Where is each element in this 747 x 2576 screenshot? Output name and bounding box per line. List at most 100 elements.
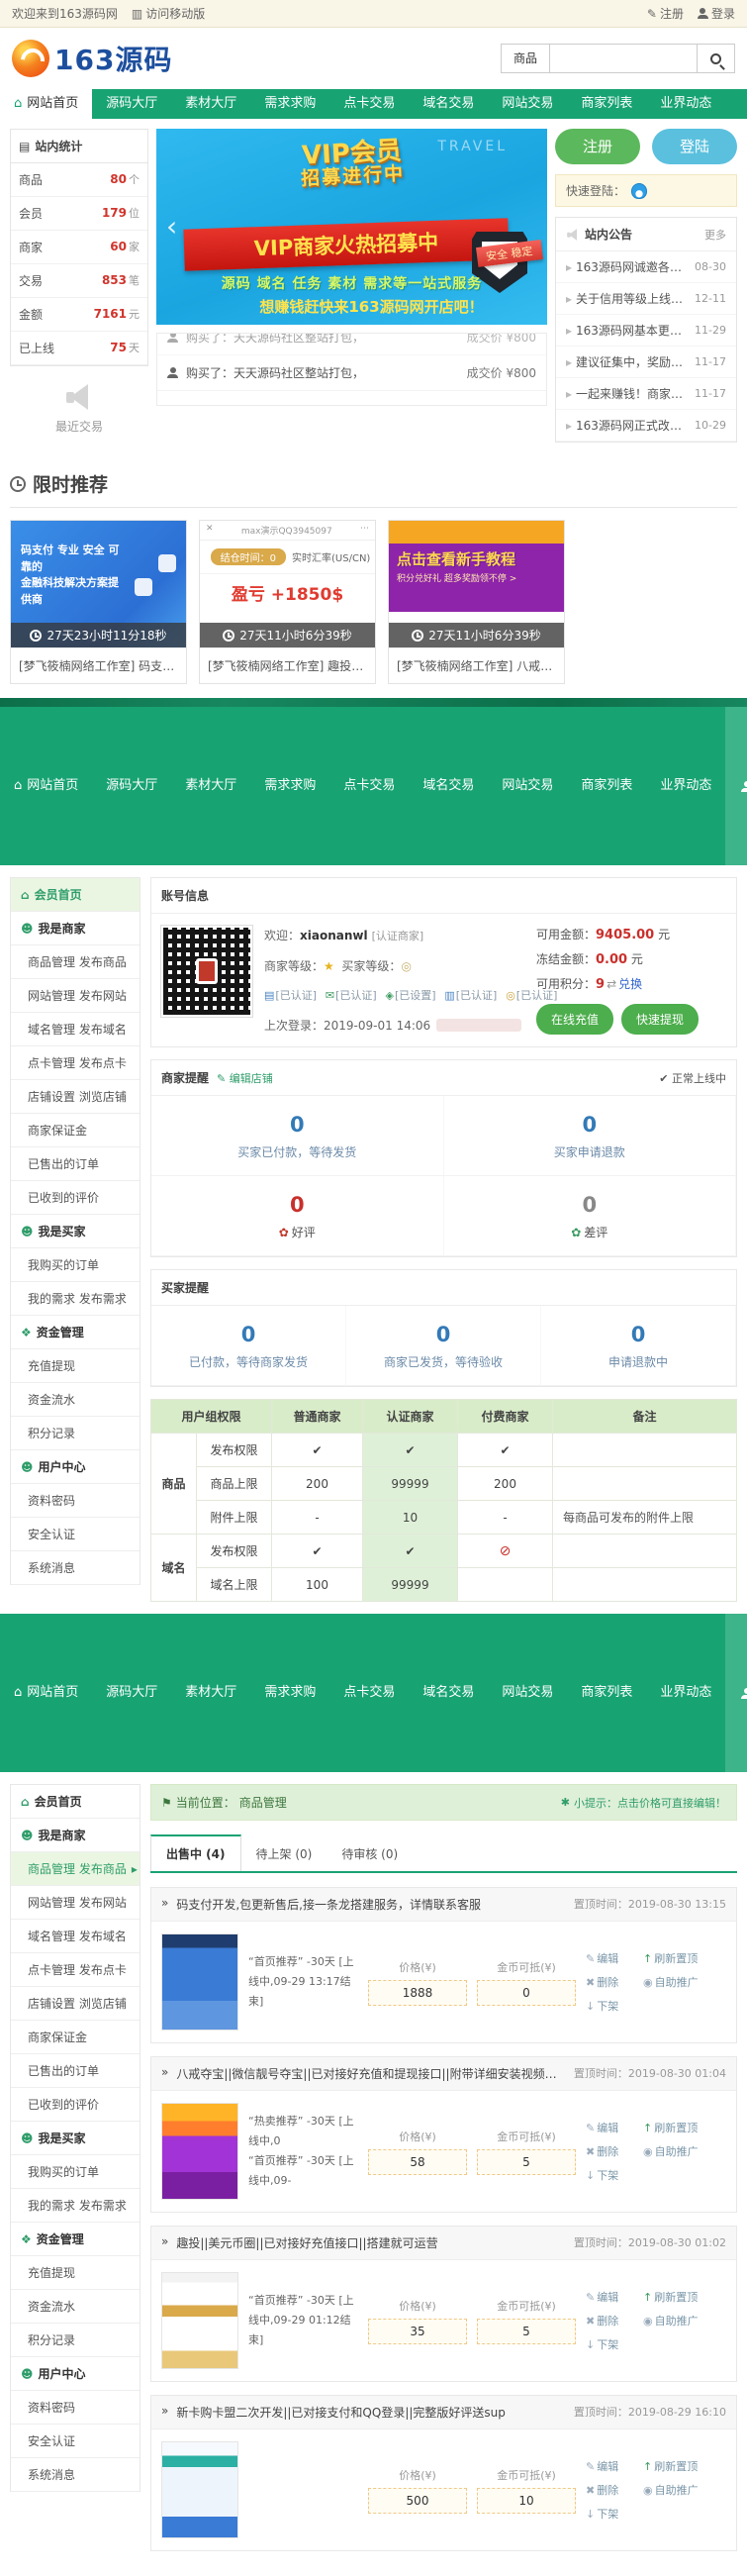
register-button[interactable]: 注册 <box>555 129 640 164</box>
sidebar-group-user-center[interactable]: ☻用户中心 <box>11 2357 140 2391</box>
nav-domain-trade[interactable]: 域名交易 <box>409 707 488 865</box>
search-input[interactable] <box>549 44 698 73</box>
product-title[interactable]: 新卡购卡盟二次开发||已对接支付和QQ登录||完整版好评送sup <box>176 2404 506 2421</box>
delete-action[interactable]: ✖删除 <box>586 2143 637 2159</box>
sidebar-group-seller[interactable]: ☻我是商家 <box>11 912 140 945</box>
mobile-version-link[interactable]: ▥访问移动版 <box>132 5 205 22</box>
edit-action[interactable]: ✎编辑 <box>586 2458 637 2474</box>
search-category-select[interactable]: 商品 <box>501 44 549 73</box>
sidebar-item-deposit[interactable]: 商家保证金 <box>11 2021 140 2054</box>
promo-status[interactable]: “首页推荐” -30天 [上线中,09-29 01:12结束] <box>248 2291 358 2349</box>
nav-domain-trade[interactable]: 域名交易 <box>409 1614 488 1772</box>
login-button[interactable]: 登陆 <box>652 129 737 164</box>
price-value[interactable]: 1888 <box>368 1980 467 2006</box>
price-value[interactable]: 35 <box>368 2319 467 2344</box>
flash-card-title[interactable]: [梦飞筱楠网络工作室] 八戒夺宝||微信靓号夺 <box>389 647 564 683</box>
nav-site-trade[interactable]: 网站交易 <box>488 707 567 865</box>
product-title[interactable]: 趣投||美元币圈||已对接好充值接口||搭建就可运营 <box>176 2234 437 2251</box>
product-thumbnail[interactable] <box>161 2441 238 2538</box>
banner-prev-arrow[interactable]: ‹ <box>166 210 177 243</box>
sidebar-item-site-manage[interactable]: 网站管理 发布网站 <box>11 1886 140 1920</box>
sidebar-item-site-manage[interactable]: 网站管理 发布网站 <box>11 979 140 1013</box>
nav-home[interactable]: ⌂网站首页 <box>0 1614 92 1772</box>
sidebar-item-domain-manage[interactable]: 域名管理 发布域名 <box>11 1920 140 1953</box>
trade-row[interactable]: 购买了：天天源码社区整站打包，成交价 ¥800 <box>157 333 546 355</box>
sidebar-item-my-orders[interactable]: 我购买的订单 <box>11 2155 140 2189</box>
nav-site-trade[interactable]: 网站交易 <box>488 1614 567 1772</box>
delete-action[interactable]: ✖删除 <box>586 2313 637 2328</box>
refresh-top-action[interactable]: ↑刷新置顶 <box>643 2120 726 2135</box>
sidebar-item-profile-password[interactable]: 资料密码 <box>11 1484 140 1518</box>
sidebar-item-received-reviews[interactable]: 已收到的评价 <box>11 2088 140 2122</box>
coin-value[interactable]: 10 <box>477 2488 576 2514</box>
offline-action[interactable]: ↓下架 <box>586 1998 637 2014</box>
delete-action[interactable]: ✖删除 <box>586 2482 637 2498</box>
refresh-top-action[interactable]: ↑刷新置顶 <box>643 2289 726 2305</box>
announcement-item[interactable]: ▸163源码网正式改版上线！关...10-29 <box>556 410 736 442</box>
flash-card[interactable]: ✕max演示QQ3945097⋯ 结仓时间：0实时汇率(US/CN) 盈亏 +1… <box>199 520 376 684</box>
tab-pending-review[interactable]: 待审核 (0) <box>327 1836 413 1871</box>
nav-merchant-list[interactable]: 商家列表 <box>567 89 646 119</box>
edit-action[interactable]: ✎编辑 <box>586 2289 637 2305</box>
nav-member-center[interactable]: 会员管理 <box>725 707 747 865</box>
more-link[interactable]: 更多 <box>704 227 726 243</box>
site-logo[interactable]: 163源码 <box>12 39 172 78</box>
edit-shop-link[interactable]: ✎ 编辑店铺 <box>217 1070 273 1086</box>
sidebar-group-funds[interactable]: ❖资金管理 <box>11 2223 140 2256</box>
sidebar-item-my-orders[interactable]: 我购买的订单 <box>11 1248 140 1282</box>
sidebar-item-security-auth[interactable]: 安全认证 <box>11 2425 140 2458</box>
flash-card-title[interactable]: [梦飞筱楠网络工作室] 码支付开发,包更新售 <box>11 647 186 683</box>
announcement-item[interactable]: ▸建议征集中，奖励随机发放。11-17 <box>556 347 736 378</box>
announcement-item[interactable]: ▸一起来赚钱！商家报备计划11-17 <box>556 378 736 410</box>
sidebar-item-profile-password[interactable]: 资料密码 <box>11 2391 140 2425</box>
nav-material-hall[interactable]: 素材大厅 <box>171 707 250 865</box>
nav-demand[interactable]: 需求求购 <box>250 1614 329 1772</box>
tab-pending-shelf[interactable]: 待上架 (0) <box>241 1836 327 1871</box>
nav-demand[interactable]: 需求求购 <box>250 89 329 119</box>
nav-material-hall[interactable]: 素材大厅 <box>171 1614 250 1772</box>
sidebar-item-domain-manage[interactable]: 域名管理 发布域名 <box>11 1013 140 1046</box>
nav-member-center[interactable]: 会员管理 <box>725 1614 747 1772</box>
sidebar-item-received-reviews[interactable]: 已收到的评价 <box>11 1181 140 1215</box>
nav-card-trade[interactable]: 点卡交易 <box>329 1614 409 1772</box>
refresh-top-action[interactable]: ↑刷新置顶 <box>643 1950 726 1966</box>
delete-action[interactable]: ✖删除 <box>586 1974 637 1990</box>
flash-card[interactable]: 码支付 专业 安全 可靠的金融科技解决方案提供商 27天23小时11分18秒 [… <box>10 520 187 684</box>
sidebar-item-deposit[interactable]: 商家保证金 <box>11 1114 140 1147</box>
sidebar-item-my-demands[interactable]: 我的需求 发布需求 <box>11 1282 140 1316</box>
coin-value[interactable]: 0 <box>477 1980 576 2006</box>
nav-material-hall[interactable]: 素材大厅 <box>171 89 250 119</box>
price-value[interactable]: 58 <box>368 2149 467 2175</box>
nav-source-hall[interactable]: 源码大厅 <box>92 707 171 865</box>
nav-merchant-list[interactable]: 商家列表 <box>567 1614 646 1772</box>
nav-industry-news[interactable]: 业界动态 <box>646 1614 725 1772</box>
self-promote-action[interactable]: ◉自助推广 <box>643 2482 726 2498</box>
sidebar-item-product-manage[interactable]: 商品管理 发布商品 <box>11 945 140 979</box>
edit-action[interactable]: ✎编辑 <box>586 2120 637 2135</box>
sidebar-item-security-auth[interactable]: 安全认证 <box>11 1518 140 1551</box>
sidebar-item-recharge-withdraw[interactable]: 充值提现 <box>11 1349 140 1383</box>
flash-card[interactable]: 点击查看新手教程 积分兑好礼 超多奖励领不停 > 27天11小时6分39秒 [梦… <box>388 520 565 684</box>
nav-site-trade[interactable]: 网站交易 <box>488 89 567 119</box>
product-thumbnail[interactable] <box>161 2103 238 2200</box>
tab-on-sale[interactable]: 出售中 (4) <box>150 1834 241 1871</box>
topbar-login-link[interactable]: 登录 <box>698 5 735 22</box>
nav-demand[interactable]: 需求求购 <box>250 707 329 865</box>
sidebar-item-my-demands[interactable]: 我的需求 发布需求 <box>11 2189 140 2223</box>
recharge-button[interactable]: 在线充值 <box>536 1004 613 1035</box>
product-thumbnail[interactable] <box>161 1933 238 2031</box>
coin-value[interactable]: 5 <box>477 2319 576 2344</box>
nav-industry-news[interactable]: 业界动态 <box>646 89 725 119</box>
qq-login-icon[interactable] <box>631 183 647 199</box>
refresh-top-action[interactable]: ↑刷新置顶 <box>643 2458 726 2474</box>
nav-home[interactable]: ⌂网站首页 <box>0 89 92 119</box>
sidebar-group-buyer[interactable]: ☻我是买家 <box>11 2122 140 2155</box>
nav-industry-news[interactable]: 业界动态 <box>646 707 725 865</box>
product-title[interactable]: 码支付开发,包更新售后,接一条龙搭建服务，详情联系客服 <box>176 1896 481 1913</box>
announcement-item[interactable]: ▸163源码网诚邀各路商业同行...08-30 <box>556 251 736 283</box>
price-value[interactable]: 500 <box>368 2488 467 2514</box>
trade-row[interactable]: 购买了：天天源码社区整站打包，成交价 ¥800 <box>157 355 546 391</box>
nav-card-trade[interactable]: 点卡交易 <box>329 707 409 865</box>
sidebar-item-system-messages[interactable]: 系统消息 <box>11 2458 140 2492</box>
sidebar-item-fund-flow[interactable]: 资金流水 <box>11 2290 140 2324</box>
